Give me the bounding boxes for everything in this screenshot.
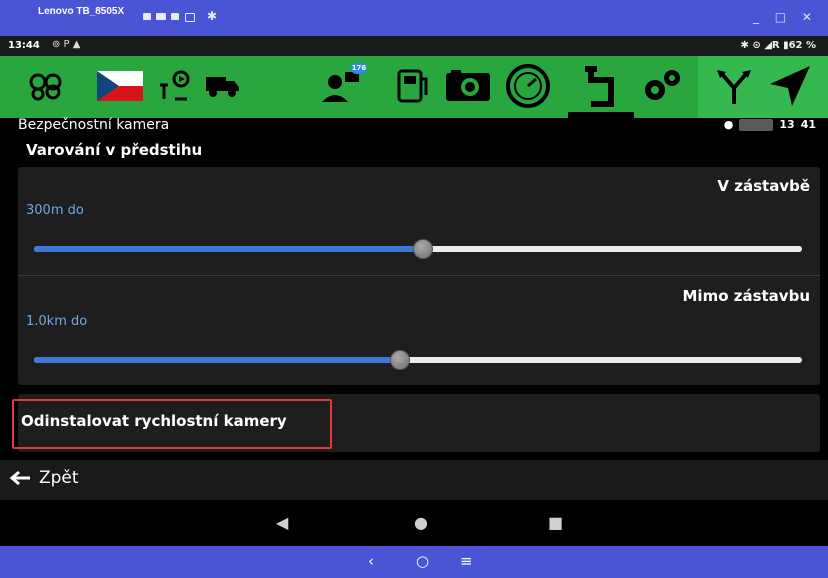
person-icon: ● (723, 118, 734, 131)
headset-icon (171, 13, 179, 20)
divider (18, 275, 820, 276)
back-arrow-icon (9, 470, 30, 486)
gears-icon[interactable] (20, 60, 72, 112)
host-back-icon[interactable]: ‹ (368, 552, 374, 570)
slider-urban[interactable] (34, 239, 802, 259)
section-title: Varování v předstihu (26, 141, 203, 159)
host-home-icon[interactable]: ○ (416, 552, 429, 570)
slider-fill (34, 246, 422, 252)
header-number-2: 41 (800, 118, 816, 131)
slider-rural[interactable] (34, 350, 802, 370)
active-tab-indicator (568, 112, 634, 118)
back-bar (0, 460, 828, 500)
contacts-badge: 176 (351, 63, 367, 74)
back-button[interactable]: Zpět (9, 468, 79, 488)
slider-fill (34, 357, 399, 363)
slider-label-urban: V zástavbě (717, 177, 810, 195)
header-status: ● 13 41 (724, 118, 816, 131)
road-icon[interactable] (575, 60, 627, 112)
fuel-icon[interactable] (386, 60, 438, 112)
route-settings-icon[interactable] (148, 60, 200, 112)
gear-icon[interactable]: ✱ (207, 9, 217, 23)
host-bottom-bar (0, 546, 828, 578)
status-time: 13:44 (8, 40, 40, 51)
czech-flag-icon[interactable] (94, 60, 146, 112)
truck-icon[interactable] (196, 60, 248, 112)
slider-thumb[interactable] (390, 350, 410, 370)
camera-icon[interactable] (442, 60, 494, 112)
window-controls[interactable]: _ □ ✕ (753, 10, 818, 24)
host-window-titlebar (0, 0, 828, 36)
nav-back-icon[interactable]: ◀ (276, 513, 288, 532)
nav-home-icon[interactable]: ● (414, 513, 428, 532)
status-bar (0, 36, 828, 56)
header-number-1: 13 (779, 118, 795, 131)
back-label: Zpět (39, 468, 79, 488)
slider-label-rural: Mimo zástavbu (682, 287, 811, 305)
video-icon (156, 13, 166, 20)
status-system-icons: ✱ ⊙ ◢R ▮62 % (740, 40, 816, 51)
settings-icon[interactable] (636, 60, 688, 112)
host-menu-icon[interactable]: ≡ (460, 552, 473, 570)
window-title: Lenovo TB_8505X (38, 6, 125, 17)
status-notification-icons: ⊚ P ▲ (52, 39, 81, 50)
speedometer-icon[interactable] (502, 60, 554, 112)
screen-title: Bezpečnostní kamera (18, 117, 170, 133)
uninstall-cameras-button[interactable]: Odinstalovat rychlostní kamery (21, 412, 287, 430)
slider-value-urban: 300m do (26, 203, 84, 218)
navigate-icon[interactable] (764, 60, 816, 112)
fork-icon[interactable] (708, 60, 760, 112)
nav-recents-icon[interactable]: ■ (548, 513, 563, 532)
slider-thumb[interactable] (413, 239, 433, 259)
camera-icon (143, 13, 151, 20)
signal-icon (739, 118, 774, 131)
slider-value-rural: 1.0km do (26, 314, 88, 329)
fullscreen-icon[interactable] (185, 13, 195, 22)
